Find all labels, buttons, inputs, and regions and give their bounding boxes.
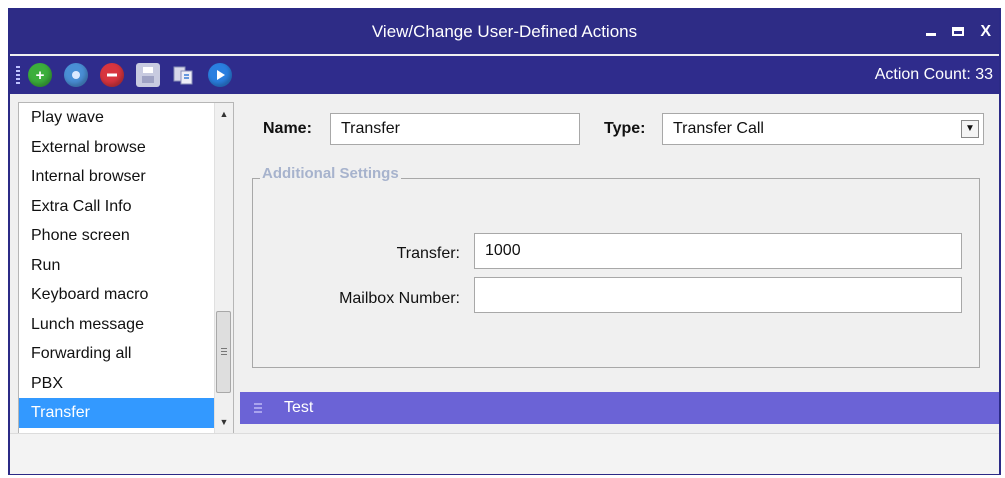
window-controls: X: [926, 10, 991, 54]
actions-list: Play wave External browse Internal brows…: [19, 103, 215, 428]
list-item[interactable]: Phone screen: [19, 221, 215, 251]
additional-settings-group: [252, 178, 980, 368]
chevron-down-icon[interactable]: ▼: [961, 120, 979, 138]
list-item-selected[interactable]: Transfer: [19, 398, 215, 428]
name-field[interactable]: Transfer: [330, 113, 580, 145]
transfer-field-value: 1000: [485, 242, 521, 259]
close-button[interactable]: X: [980, 23, 991, 41]
mailbox-number-field[interactable]: [474, 277, 962, 313]
minimize-button[interactable]: [926, 23, 937, 41]
copy-icon: [173, 66, 193, 85]
list-item[interactable]: Run: [19, 251, 215, 281]
transfer-field[interactable]: 1000: [474, 233, 962, 269]
list-item[interactable]: Forwarding all: [19, 339, 215, 369]
scroll-up-icon[interactable]: ▲: [215, 105, 233, 123]
edit-icon: [72, 71, 80, 79]
maximize-button[interactable]: [952, 23, 965, 41]
add-action-button[interactable]: +: [28, 63, 52, 87]
list-item[interactable]: External browse: [19, 133, 215, 163]
delete-action-button[interactable]: [100, 63, 124, 87]
window-title: View/Change User-Defined Actions: [371, 22, 638, 41]
minimize-icon: [926, 33, 937, 36]
mailbox-number-label: Mailbox Number:: [339, 290, 460, 307]
test-panel-label: Test: [284, 399, 314, 416]
scroll-down-icon[interactable]: ▼: [215, 413, 233, 431]
toolbar-buttons: +: [28, 63, 232, 87]
edit-action-button[interactable]: [64, 63, 88, 87]
list-item[interactable]: Lunch message: [19, 310, 215, 340]
copy-action-button[interactable]: [172, 63, 196, 87]
expand-handle-icon: [254, 403, 262, 415]
play-icon: [217, 70, 225, 80]
scroll-thumb[interactable]: [216, 311, 231, 393]
additional-settings-legend: Additional Settings: [260, 165, 401, 182]
type-label: Type:: [604, 120, 646, 137]
type-select[interactable]: Transfer Call ▼: [662, 113, 984, 145]
type-select-value: Transfer Call: [673, 120, 764, 137]
list-item[interactable]: Play wave: [19, 103, 215, 133]
list-item[interactable]: Keyboard macro: [19, 280, 215, 310]
save-icon: [139, 66, 157, 84]
maximize-icon: [952, 27, 965, 36]
action-count-label: Action Count: 33: [874, 66, 993, 83]
delete-icon: [107, 73, 117, 77]
transfer-label: Transfer:: [396, 245, 460, 262]
add-icon: +: [35, 66, 45, 84]
list-item[interactable]: Extra Call Info: [19, 192, 215, 222]
toolbar-grip-icon[interactable]: [16, 66, 20, 84]
save-action-button[interactable]: [136, 63, 160, 87]
title-bar[interactable]: View/Change User-Defined Actions X: [10, 10, 999, 54]
run-action-button[interactable]: [208, 63, 232, 87]
name-label: Name:: [263, 120, 312, 137]
list-item[interactable]: PBX: [19, 369, 215, 399]
toolbar: + Action Count: 33: [10, 56, 999, 94]
actions-listbox[interactable]: Play wave External browse Internal brows…: [18, 102, 234, 434]
test-panel-header[interactable]: Test: [240, 392, 999, 424]
list-scrollbar[interactable]: ▲ ▼: [214, 103, 233, 433]
name-field-value: Transfer: [341, 120, 400, 137]
status-strip: [10, 433, 999, 474]
list-item[interactable]: Internal browser: [19, 162, 215, 192]
user-defined-actions-window: View/Change User-Defined Actions X + Act…: [8, 8, 1001, 475]
scroll-grip-icon: [221, 348, 227, 355]
